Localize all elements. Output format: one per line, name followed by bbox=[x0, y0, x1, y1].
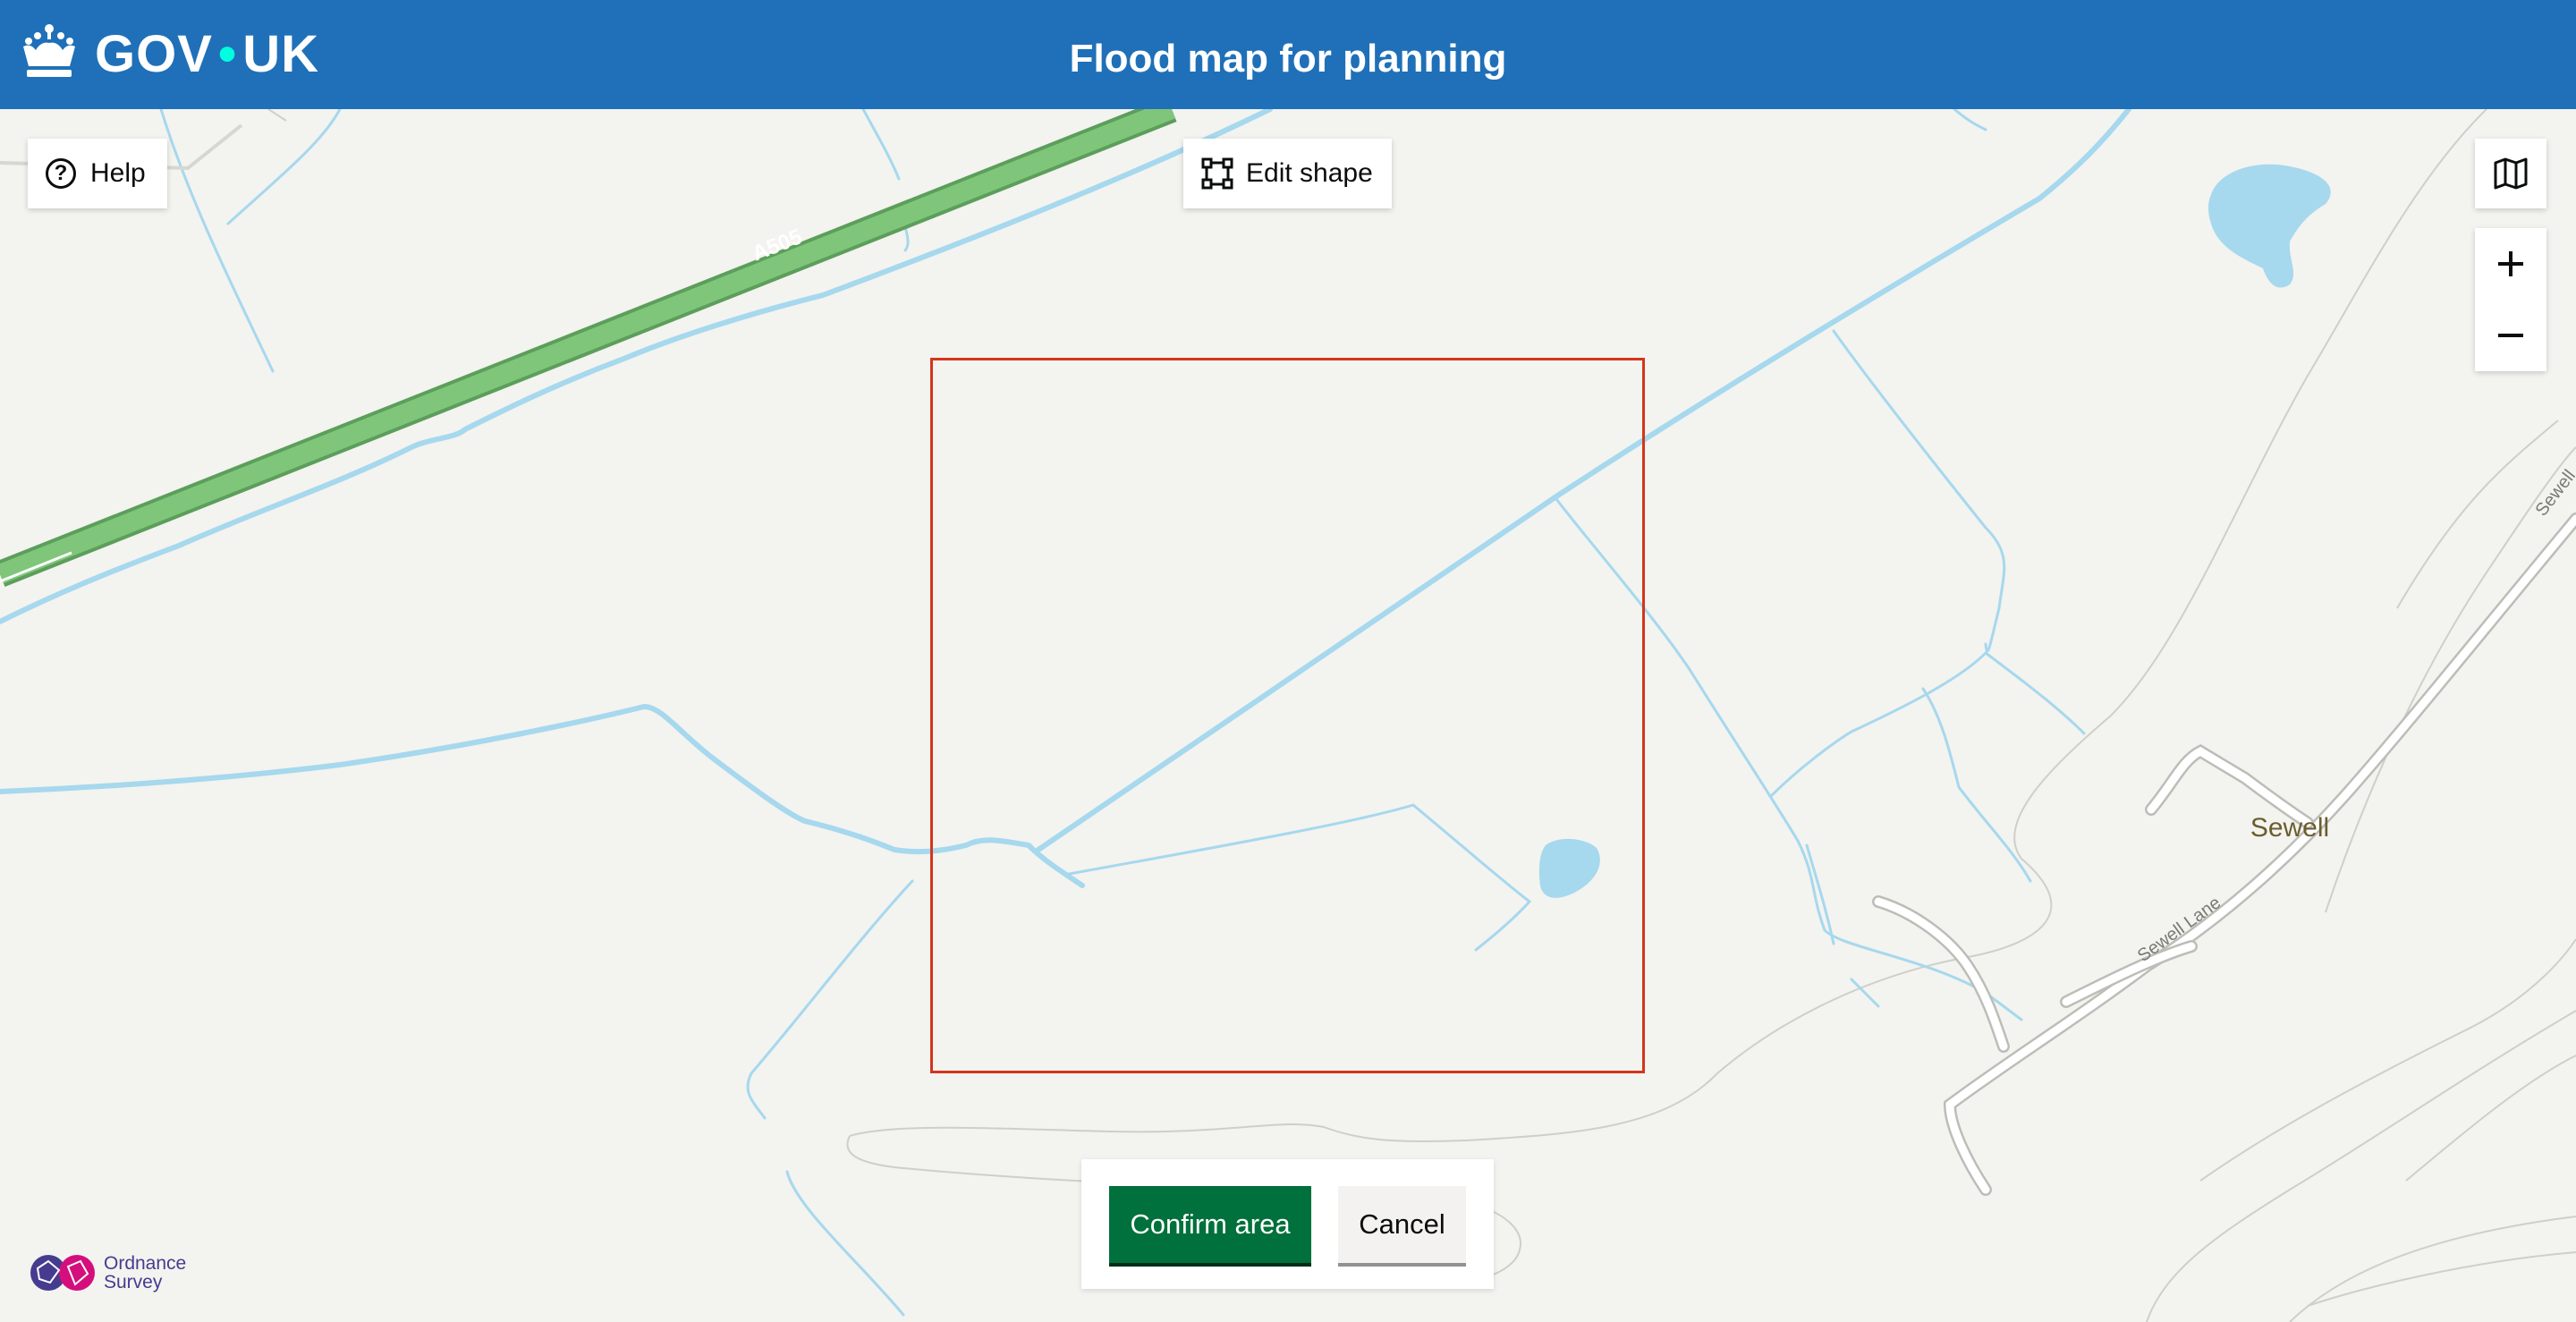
ordnance-survey-attribution: Ordnance Survey bbox=[29, 1250, 186, 1295]
site-header: GOV • UK Flood map for planning bbox=[0, 0, 2576, 109]
help-icon: ? bbox=[46, 158, 76, 189]
attribution-line-2: Survey bbox=[104, 1272, 163, 1292]
edit-shape-label: Edit shape bbox=[1246, 158, 1373, 188]
zoom-out-button[interactable] bbox=[2475, 300, 2546, 371]
plus-icon bbox=[2498, 251, 2523, 276]
help-button[interactable]: ? Help bbox=[28, 139, 167, 208]
minus-icon bbox=[2498, 334, 2523, 337]
confirm-panel: Confirm area Cancel bbox=[1081, 1159, 1494, 1289]
place-label-sewell: Sewell bbox=[2250, 813, 2329, 843]
attribution-line-1: Ordnance bbox=[104, 1253, 187, 1274]
map-layers-button[interactable] bbox=[2475, 139, 2546, 208]
ordnance-survey-logo-icon bbox=[30, 1255, 95, 1291]
map-canvas[interactable]: A505 Sewell Sewell Lane Sewell bbox=[0, 109, 2576, 1322]
help-button-label: Help bbox=[90, 158, 146, 188]
service-title[interactable]: Flood map for planning bbox=[0, 32, 2576, 86]
edit-shape-button[interactable]: Edit shape bbox=[1183, 139, 1392, 208]
confirm-area-button[interactable]: Confirm area bbox=[1109, 1186, 1311, 1263]
cancel-button[interactable]: Cancel bbox=[1338, 1186, 1466, 1263]
edit-shape-icon bbox=[1201, 157, 1233, 190]
zoom-in-button[interactable] bbox=[2475, 228, 2546, 300]
map-icon bbox=[2494, 157, 2528, 190]
zoom-controls bbox=[2475, 228, 2546, 371]
